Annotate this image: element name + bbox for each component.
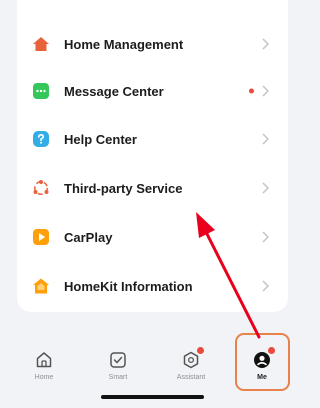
chevron-right-icon [262,85,270,97]
menu-item-help-center[interactable]: Help Center [17,115,288,163]
tab-smart[interactable]: Smart [88,350,148,390]
carplay-icon [32,228,50,246]
chat-bubble-icon [32,82,50,100]
home-indicator [101,395,204,399]
question-icon [32,130,50,148]
menu-item-third-party-service[interactable]: Third-party Service [17,164,288,212]
tab-label: Home [34,374,54,381]
tab-home[interactable]: Home [14,350,74,390]
notification-badge-dot [197,347,204,354]
chevron-right-icon [262,280,270,292]
menu-item-home-management[interactable]: Home Management [17,20,288,68]
settings-menu-card: Home Management Message Center Help Cent… [17,0,288,312]
chevron-right-icon [262,38,270,50]
homekit-icon [32,277,50,295]
chevron-right-icon [262,133,270,145]
menu-item-homekit-information[interactable]: HomeKit Information [17,262,288,310]
menu-item-label: Home Management [64,36,184,52]
menu-item-label: Message Center [64,83,164,99]
menu-item-message-center[interactable]: Message Center [17,67,288,115]
menu-item-carplay[interactable]: CarPlay [17,213,288,261]
integration-icon [32,179,50,197]
chevron-right-icon [262,231,270,243]
home-tab-icon [34,350,54,370]
tab-label: Smart [108,374,128,381]
assistant-tab-icon [181,347,204,370]
menu-item-label: CarPlay [64,229,113,245]
smart-tab-icon [108,350,128,370]
house-icon [32,35,50,53]
chevron-right-icon [262,182,270,194]
menu-item-label: Help Center [64,131,137,147]
tab-assistant[interactable]: Assistant [161,347,221,390]
annotation-highlight-box [235,333,290,391]
unread-badge-dot [249,88,254,94]
tab-label: Assistant [176,374,206,381]
menu-item-label: HomeKit Information [64,278,193,294]
menu-item-label: Third-party Service [64,180,183,196]
